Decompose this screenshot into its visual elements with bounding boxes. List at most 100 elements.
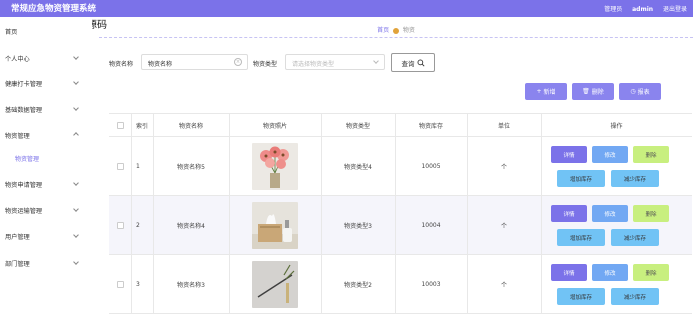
delete-button-label: 删除 <box>591 89 604 96</box>
row-type: 物资类型2 <box>344 281 372 289</box>
edit-button[interactable]: 修改 <box>592 146 628 163</box>
row-select-cell <box>109 255 131 313</box>
top-bar: 常规应急物资管理系统 管理员 admin 退出登录 <box>0 0 693 17</box>
col-stock: 物资库存 <box>418 122 443 130</box>
chevron-down-icon <box>73 232 79 238</box>
col-name: 物资名称 <box>178 122 203 130</box>
row-stock: 10005 <box>421 162 441 170</box>
trash-icon: 🗑 <box>582 88 590 95</box>
tool-photo <box>252 260 298 308</box>
col-unit: 单位 <box>497 122 510 130</box>
row-photo-cell <box>229 255 321 313</box>
row-photo-cell <box>229 196 321 254</box>
name-input-value: 物资名称 <box>148 61 173 68</box>
chevron-down-icon <box>373 58 379 64</box>
row-index: 3 <box>136 280 140 288</box>
materials-table: 索引 物资名称 物资照片 物资类型 物资库存 单位 操作 1 物资名称5 物资类… <box>109 113 692 314</box>
row-stock: 10003 <box>421 280 441 288</box>
row-index: 1 <box>136 162 140 170</box>
col-type: 物资类型 <box>345 122 370 130</box>
chevron-up-icon <box>73 132 79 138</box>
table-header: 索引 物资名称 物资照片 物资类型 物资库存 单位 操作 <box>109 114 692 137</box>
increase-stock-button[interactable]: 增加库存 <box>557 170 605 187</box>
select-all-checkbox[interactable] <box>116 121 124 129</box>
sidebar-item-departments[interactable]: 部门管理 <box>5 259 30 268</box>
col-index: 索引 <box>135 122 148 130</box>
row-unit: 个 <box>500 281 507 289</box>
table-row: 1 物资名称5 物资类型4 10005 个 详情 修改 删除 增加库存 减少库存 <box>109 137 692 196</box>
table-row: 2 物资名称4 物资类型3 10004 个 详情 修改 删除 增加库存 减少库存 <box>109 196 692 255</box>
col-operations: 操作 <box>610 122 623 130</box>
sidebar-item-materials[interactable]: 物资管理 <box>5 131 30 140</box>
chevron-down-icon <box>73 54 79 60</box>
sidebar: 首页 个人中心 健康打卡管理 基础数据管理 物资管理 物资管理 物资申请管理 物… <box>0 17 92 311</box>
row-operations: 详情 修改 删除 增加库存 减少库存 <box>550 196 669 254</box>
row-select-cell <box>109 196 131 254</box>
decrease-stock-button[interactable]: 减少库存 <box>611 229 659 246</box>
edit-button[interactable]: 修改 <box>592 264 628 281</box>
breadcrumb-separator-icon <box>393 27 399 34</box>
row-checkbox[interactable] <box>116 280 124 288</box>
row-select-cell <box>109 137 131 195</box>
row-unit: 个 <box>500 222 507 230</box>
clear-icon[interactable]: × <box>234 58 242 66</box>
row-operations: 详情 修改 删除 增加库存 减少库存 <box>550 255 669 313</box>
search-icon <box>417 59 425 67</box>
row-stock: 10004 <box>421 221 441 229</box>
row-checkbox[interactable] <box>116 221 124 229</box>
sidebar-subitem-materials[interactable]: 物资管理 <box>15 154 39 163</box>
query-button-label: 查询 <box>401 59 415 68</box>
sidebar-item-home[interactable]: 首页 <box>5 27 17 36</box>
decrease-stock-button[interactable]: 减少库存 <box>611 170 659 187</box>
col-photo: 物资照片 <box>262 122 287 130</box>
decrease-stock-button[interactable]: 减少库存 <box>611 288 659 305</box>
app-title: 常规应急物资管理系统 <box>11 4 97 14</box>
flower-photo <box>252 142 298 190</box>
breadcrumb: 首页 物资 <box>99 22 693 38</box>
delete-button[interactable]: 删除 <box>633 205 669 222</box>
sidebar-item-transport[interactable]: 物资运输管理 <box>5 206 42 215</box>
row-unit: 个 <box>500 163 507 171</box>
chevron-down-icon <box>73 180 79 186</box>
delete-button[interactable]: 删除 <box>633 264 669 281</box>
plus-icon: + <box>536 88 542 95</box>
detail-button[interactable]: 详情 <box>551 146 587 163</box>
chevron-down-icon <box>73 79 79 85</box>
detail-button[interactable]: 详情 <box>551 264 587 281</box>
select-all-cell <box>109 114 131 136</box>
name-search-input[interactable]: 物资名称 × <box>141 54 248 70</box>
type-select-placeholder: 请选择物资类型 <box>292 61 335 68</box>
add-button[interactable]: + 新增 <box>525 83 567 100</box>
type-select[interactable]: 请选择物资类型 <box>285 54 385 70</box>
sidebar-item-basic-data[interactable]: 基础数据管理 <box>5 105 42 114</box>
row-name: 物资名称3 <box>177 281 205 289</box>
sidebar-item-health[interactable]: 健康打卡管理 <box>5 79 42 88</box>
edit-button[interactable]: 修改 <box>592 205 628 222</box>
report-button[interactable]: ◷ 报表 <box>619 83 661 100</box>
report-icon: ◷ <box>630 88 636 95</box>
delete-button[interactable]: 删除 <box>633 146 669 163</box>
chevron-down-icon <box>73 259 79 265</box>
increase-stock-button[interactable]: 增加库存 <box>557 229 605 246</box>
delete-selected-button[interactable]: 🗑 删除 <box>572 83 614 100</box>
tissue-box-photo <box>252 201 298 249</box>
breadcrumb-home[interactable]: 首页 <box>377 27 389 34</box>
increase-stock-button[interactable]: 增加库存 <box>557 288 605 305</box>
chevron-down-icon <box>73 206 79 212</box>
query-button[interactable]: 查询 <box>391 53 435 72</box>
row-index: 2 <box>136 221 140 229</box>
row-checkbox[interactable] <box>116 162 124 170</box>
breadcrumb-current: 物资 <box>402 27 415 34</box>
detail-button[interactable]: 详情 <box>551 205 587 222</box>
sidebar-item-profile[interactable]: 个人中心 <box>5 54 30 63</box>
logout-link[interactable]: 退出登录 <box>663 6 687 13</box>
report-button-label: 报表 <box>637 89 650 96</box>
role-label: 管理员 <box>604 6 623 13</box>
sidebar-item-users[interactable]: 用户管理 <box>5 232 30 241</box>
table-row: 3 物资名称3 物资类型2 10003 个 详情 修改 删除 增加库存 减少库存 <box>109 255 692 314</box>
row-type: 物资类型3 <box>344 222 372 230</box>
main-content: 首页 物资 物资名称 物资名称 × 物资类型 请选择物资类型 查询 + 新增 🗑… <box>99 17 693 314</box>
username: admin <box>632 6 654 13</box>
user-area: 管理员 admin 退出登录 <box>596 4 687 13</box>
sidebar-item-apply[interactable]: 物资申请管理 <box>5 180 42 189</box>
